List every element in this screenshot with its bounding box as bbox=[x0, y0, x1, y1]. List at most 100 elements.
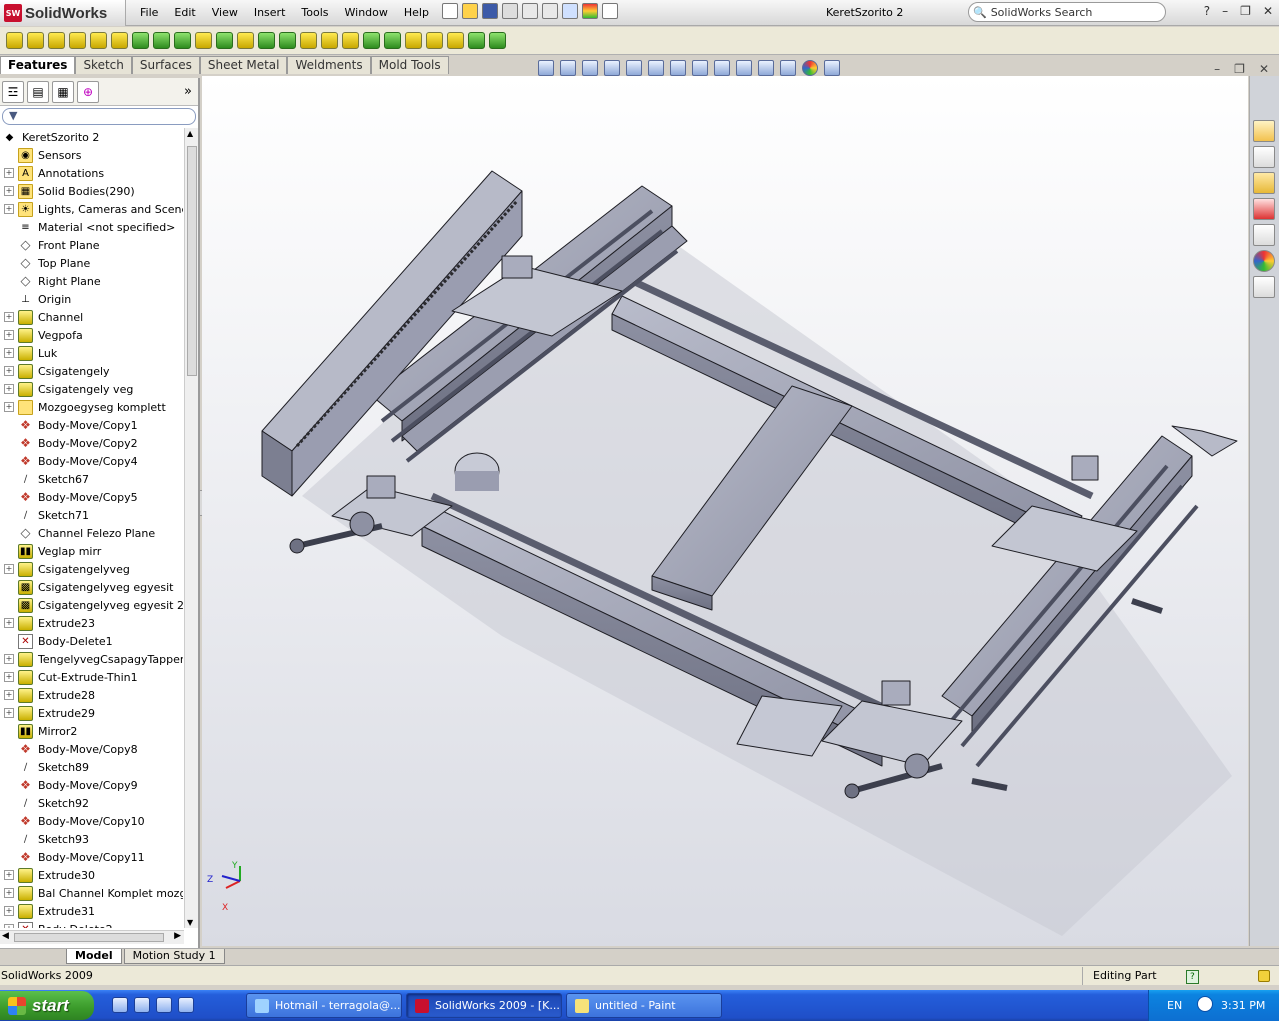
doc-close-icon[interactable]: ✕ bbox=[1259, 62, 1269, 76]
tree-item[interactable]: ❖ Body-Move/Copy10 bbox=[0, 812, 183, 830]
model-view[interactable]: Y Z X bbox=[202, 76, 1248, 946]
extruded-boss-icon[interactable] bbox=[6, 32, 23, 49]
tree-item[interactable]: + Csigatengelyveg bbox=[0, 560, 183, 578]
design-library-icon[interactable] bbox=[1253, 172, 1275, 194]
tree-item[interactable]: + A Annotations bbox=[0, 164, 183, 182]
tree-item[interactable]: ∕ Sketch89 bbox=[0, 758, 183, 776]
linear-pattern-icon[interactable] bbox=[216, 32, 233, 49]
scroll-down-icon[interactable]: ▼ bbox=[187, 918, 193, 927]
menu-window[interactable]: Window bbox=[337, 6, 396, 19]
swept-boss-icon[interactable] bbox=[48, 32, 65, 49]
tree-item[interactable]: ❖ Body-Move/Copy11 bbox=[0, 848, 183, 866]
resources-icon[interactable] bbox=[1253, 146, 1275, 168]
dome-icon[interactable] bbox=[321, 32, 338, 49]
options-icon[interactable] bbox=[602, 3, 618, 19]
tree-item[interactable]: + Extrude28 bbox=[0, 686, 183, 704]
combine-icon[interactable] bbox=[426, 32, 443, 49]
tree-item[interactable]: + Bal Channel Komplet mozgat bbox=[0, 884, 183, 902]
tree-item[interactable]: + ☀ Lights, Cameras and Scene bbox=[0, 200, 183, 218]
tree-item[interactable]: ◆ KeretSzorito 2 bbox=[0, 128, 183, 146]
fillet-icon[interactable] bbox=[195, 32, 212, 49]
expand-icon[interactable]: + bbox=[4, 870, 14, 880]
expand-icon[interactable]: + bbox=[4, 906, 14, 916]
tree-item[interactable]: ▮▮ Mirror2 bbox=[0, 722, 183, 740]
propertymanager-tab-icon[interactable]: ▤ bbox=[27, 80, 49, 103]
graphics-area[interactable]: Y Z X bbox=[202, 76, 1248, 946]
tree-item[interactable]: ▮▮ Veglap mirr bbox=[0, 542, 183, 560]
tree-item[interactable]: + Channel bbox=[0, 308, 183, 326]
tree-item[interactable]: ◇ Right Plane bbox=[0, 272, 183, 290]
show-desktop-icon[interactable] bbox=[134, 997, 150, 1013]
open-icon[interactable] bbox=[462, 3, 478, 19]
tree-item[interactable]: ❖ Body-Move/Copy2 bbox=[0, 434, 183, 452]
dimxpert-tab-icon[interactable]: ⊕ bbox=[77, 80, 99, 103]
wrap-icon[interactable] bbox=[300, 32, 317, 49]
rib-icon[interactable] bbox=[237, 32, 254, 49]
expand-icon[interactable]: + bbox=[4, 654, 14, 664]
undo-icon[interactable] bbox=[522, 3, 538, 19]
tree-item[interactable]: ∕ Sketch93 bbox=[0, 830, 183, 848]
save-icon[interactable] bbox=[482, 3, 498, 19]
expand-icon[interactable]: + bbox=[4, 564, 14, 574]
zoom-to-area-icon[interactable] bbox=[560, 60, 576, 76]
tree-item[interactable]: + Csigatengely bbox=[0, 362, 183, 380]
expand-icon[interactable]: + bbox=[4, 204, 14, 214]
hole-wizard-icon[interactable] bbox=[111, 32, 128, 49]
solidworks-logo[interactable]: SW SolidWorks bbox=[0, 0, 126, 26]
tab-mold-tools[interactable]: Mold Tools bbox=[370, 56, 449, 74]
tree-item[interactable]: + Csigatengely veg bbox=[0, 380, 183, 398]
tab-weldments[interactable]: Weldments bbox=[287, 56, 371, 74]
tree-item[interactable]: + Mozgoegyseg komplett bbox=[0, 398, 183, 416]
shaded-edges-icon[interactable] bbox=[714, 60, 730, 76]
tree-item[interactable]: + ✕ Body-Delete2 bbox=[0, 920, 183, 928]
expand-icon[interactable]: + bbox=[4, 672, 14, 682]
expand-icon[interactable]: + bbox=[4, 366, 14, 376]
expand-icon[interactable]: + bbox=[4, 690, 14, 700]
tree-item[interactable]: ∕ Sketch92 bbox=[0, 794, 183, 812]
tree-item[interactable]: + Vegpofa bbox=[0, 326, 183, 344]
doc-restore-icon[interactable]: ❐ bbox=[1234, 62, 1245, 76]
tray-app-icon[interactable] bbox=[1197, 996, 1213, 1012]
expand-icon[interactable]: + bbox=[4, 330, 14, 340]
scene-icon[interactable] bbox=[824, 60, 840, 76]
scroll-left-icon[interactable]: ◀ bbox=[2, 931, 9, 941]
tab-sketch[interactable]: Sketch bbox=[75, 56, 132, 74]
rebuild-icon[interactable] bbox=[582, 3, 598, 19]
menu-edit[interactable]: Edit bbox=[166, 6, 203, 19]
previous-view-icon[interactable] bbox=[582, 60, 598, 76]
media-quicklaunch-icon[interactable] bbox=[178, 997, 194, 1013]
new-document-icon[interactable] bbox=[442, 3, 458, 19]
configurationmanager-tab-icon[interactable]: ▦ bbox=[52, 80, 74, 103]
extruded-cut-icon[interactable] bbox=[90, 32, 107, 49]
tab-motion-study-1[interactable]: Motion Study 1 bbox=[123, 949, 225, 964]
tree-item[interactable]: ❖ Body-Move/Copy5 bbox=[0, 488, 183, 506]
swept-cut-icon[interactable] bbox=[153, 32, 170, 49]
zoom-to-fit-icon[interactable] bbox=[538, 60, 554, 76]
shell-icon[interactable] bbox=[279, 32, 296, 49]
featuremanager-tab-icon[interactable]: ☲ bbox=[2, 80, 24, 103]
tree-filter-input[interactable]: ▼ bbox=[2, 108, 196, 125]
redo-icon[interactable] bbox=[542, 3, 558, 19]
menu-insert[interactable]: Insert bbox=[246, 6, 294, 19]
chevron-right-icon[interactable]: » bbox=[184, 84, 192, 99]
split-icon[interactable] bbox=[447, 32, 464, 49]
expand-icon[interactable]: + bbox=[4, 348, 14, 358]
restore-icon[interactable]: ❐ bbox=[1240, 4, 1251, 18]
view-palette-icon[interactable] bbox=[1253, 224, 1275, 246]
hidden-lines-icon[interactable] bbox=[670, 60, 686, 76]
tree-item[interactable]: ✕ Body-Delete1 bbox=[0, 632, 183, 650]
tree-item[interactable]: ⊥ Origin bbox=[0, 290, 183, 308]
instant3d-icon[interactable] bbox=[405, 32, 422, 49]
expand-icon[interactable]: + bbox=[4, 312, 14, 322]
expand-icon[interactable]: + bbox=[4, 168, 14, 178]
taskbar-item-solidworks[interactable]: SolidWorks 2009 - [K... bbox=[406, 993, 562, 1018]
menu-file[interactable]: File bbox=[132, 6, 166, 19]
scroll-thumb[interactable] bbox=[187, 146, 197, 376]
move-copy-body-icon[interactable] bbox=[468, 32, 485, 49]
tree-item[interactable]: + TengelyvegCsapagyTappere bbox=[0, 650, 183, 668]
tree-item[interactable]: ❖ Body-Move/Copy1 bbox=[0, 416, 183, 434]
doc-minimize-icon[interactable]: – bbox=[1214, 62, 1220, 76]
taskbar-item-paint[interactable]: untitled - Paint bbox=[566, 993, 722, 1018]
curves-icon[interactable] bbox=[384, 32, 401, 49]
scroll-up-icon[interactable]: ▲ bbox=[187, 129, 193, 138]
